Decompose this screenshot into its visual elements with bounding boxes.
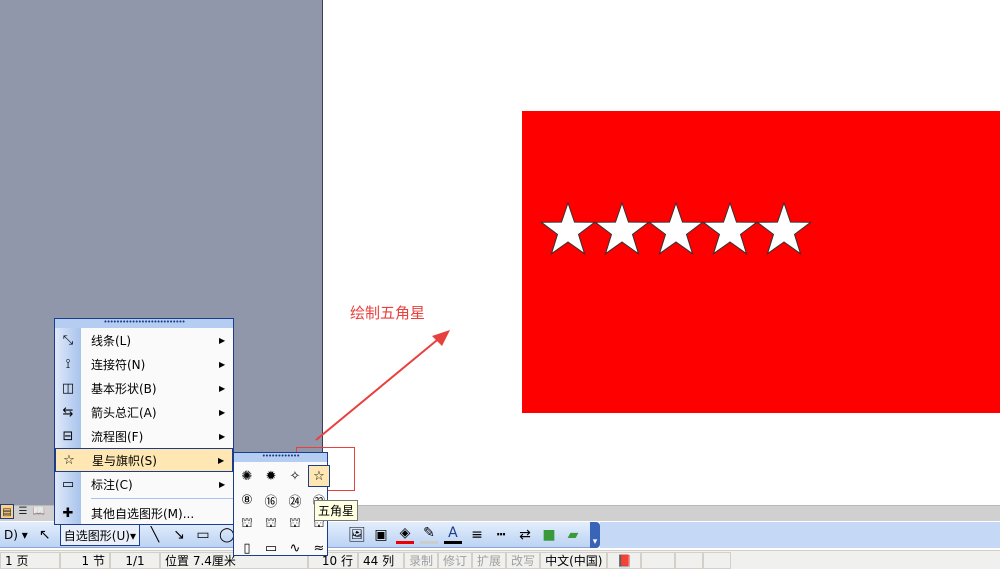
shape-button[interactable]: ✧ xyxy=(284,465,306,487)
basic-shapes-icon: ◫ xyxy=(61,380,75,396)
line-icon: ⤡ xyxy=(62,332,74,348)
shape-button[interactable]: ∿ xyxy=(284,537,306,559)
menu-item-flowchart[interactable]: ⊟ 流程图(F) ▶ xyxy=(55,424,233,448)
toolbar-options-icon[interactable]: ▾ xyxy=(590,521,600,548)
shape-button[interactable]: ㉔ xyxy=(284,489,306,511)
shape-button[interactable]: ✹ xyxy=(260,465,282,487)
star-shape[interactable] xyxy=(755,201,813,255)
red-flag-rectangle[interactable] xyxy=(522,111,1000,413)
shape-button[interactable]: ⛫ xyxy=(284,513,306,535)
dropdown-icon: ▾ xyxy=(129,528,136,543)
line-color-icon[interactable]: ✎ xyxy=(419,525,438,544)
five-point-star-shape-button[interactable]: ☆ xyxy=(308,465,330,487)
tooltip: 五角星 xyxy=(314,500,359,521)
shape-button[interactable]: ⛫ xyxy=(236,513,258,535)
rectangle-tool-icon[interactable]: ▭ xyxy=(194,526,212,544)
star-shape[interactable] xyxy=(539,201,597,255)
shape-button[interactable]: ✺ xyxy=(236,465,258,487)
reading-view-icon[interactable]: 📖 xyxy=(32,504,46,519)
menu-item-label: 线条(L) xyxy=(91,333,132,348)
flowchart-icon: ⊟ xyxy=(62,428,74,444)
menu-drag-handle[interactable]: •••••••••••••••••••••••••• xyxy=(55,319,233,328)
submenu-arrow-icon: ▶ xyxy=(219,479,226,489)
callout-icon: ▭ xyxy=(61,476,75,492)
menu-item-more-shapes[interactable]: ✚ 其他自选图形(M)... xyxy=(55,501,233,525)
block-arrows-icon: ⇆ xyxy=(62,404,74,420)
status-page: 1 页 xyxy=(0,551,60,569)
autoshapes-menu: •••••••••••••••••••••••••• ⤡ 线条(L) ▶ ⟟ 连接符(N… xyxy=(54,318,234,525)
dash-style-icon[interactable]: ┅ xyxy=(492,526,510,544)
menu-item-callout[interactable]: ▭ 标注(C) ▶ xyxy=(55,472,233,496)
draw-label: D) xyxy=(4,527,18,542)
submenu-arrow-icon: ▶ xyxy=(219,359,226,369)
star-shape[interactable] xyxy=(593,201,651,255)
star-shape[interactable] xyxy=(701,201,759,255)
submenu-arrow-icon: ▶ xyxy=(219,383,226,393)
status-track-changes[interactable]: 修订 xyxy=(438,551,473,569)
status-language: 中文(中国) xyxy=(540,551,608,569)
star-shape[interactable] xyxy=(647,201,705,255)
3d-style-icon[interactable]: ▰ xyxy=(564,526,582,544)
font-color-icon[interactable]: A xyxy=(443,525,462,544)
annotation-arrow xyxy=(315,330,450,441)
status-cell xyxy=(641,551,676,569)
connector-icon: ⟟ xyxy=(65,356,71,372)
submenu-drag-handle[interactable]: •••••••••••• xyxy=(234,453,327,462)
autoshapes-button[interactable]: 自选图形(U)▾ xyxy=(59,523,140,546)
menu-item-label: 基本形状(B) xyxy=(91,381,157,396)
menu-item-connector[interactable]: ⟟ 连接符(N) ▶ xyxy=(55,352,233,376)
clipart-icon[interactable]: 🖼 xyxy=(348,526,366,544)
shape-button[interactable]: ▭ xyxy=(260,537,282,559)
menu-item-label: 星与旗帜(S) xyxy=(92,453,157,468)
status-column: 44 列 xyxy=(358,551,404,569)
menu-item-basic-shapes[interactable]: ◫ 基本形状(B) ▶ xyxy=(55,376,233,400)
outline-view-icon[interactable]: ☰ xyxy=(16,504,30,519)
submenu-arrow-icon: ▶ xyxy=(219,431,226,441)
line-tool-icon[interactable]: ╲ xyxy=(146,526,164,544)
submenu-arrow-icon: ▶ xyxy=(219,407,226,417)
menu-item-block-arrows[interactable]: ⇆ 箭头总汇(A) ▶ xyxy=(55,400,233,424)
menu-item-label: 箭头总汇(A) xyxy=(91,405,157,420)
submenu-arrow-icon: ▶ xyxy=(219,335,226,345)
select-pointer-icon[interactable]: ↖ xyxy=(36,526,54,544)
status-section: 1 节 xyxy=(60,551,110,569)
line-style-icon[interactable]: ≡ xyxy=(468,526,486,544)
arrow-tool-icon[interactable]: ↘ xyxy=(170,526,188,544)
menu-item-label: 连接符(N) xyxy=(91,357,146,372)
menu-item-label: 标注(C) xyxy=(91,477,133,492)
shape-button[interactable]: ⑯ xyxy=(260,489,282,511)
shape-button[interactable]: ≈ xyxy=(308,537,330,559)
page-view-icon[interactable]: ▤ xyxy=(0,504,14,519)
shape-button[interactable]: ⛫ xyxy=(260,513,282,535)
toolbar-background xyxy=(600,522,1000,548)
draw-menu-button[interactable]: D) ▾ xyxy=(2,524,30,546)
insert-picture-icon[interactable]: ▣ xyxy=(372,526,390,544)
status-cell xyxy=(703,551,732,569)
menu-item-label: 其他自选图形(M)... xyxy=(91,506,195,521)
shape-button[interactable]: ⑧ xyxy=(236,489,258,511)
submenu-arrow-icon: ▶ xyxy=(218,455,225,465)
view-buttons: ▤ ☰ 📖 xyxy=(0,504,46,521)
shadow-style-icon[interactable]: ■ xyxy=(540,526,558,544)
autoshapes-label: 自选图形(U) xyxy=(63,528,130,543)
dropdown-icon: ▾ xyxy=(21,527,28,542)
more-shapes-icon: ✚ xyxy=(62,505,74,521)
menu-item-stars-banners[interactable]: ☆ 星与旗帜(S) ▶ xyxy=(55,448,233,472)
stars-banners-icon: ☆ xyxy=(63,452,75,468)
status-extend[interactable]: 扩展 xyxy=(472,551,507,569)
menu-item-label: 流程图(F) xyxy=(91,429,144,444)
menu-item-line[interactable]: ⤡ 线条(L) ▶ xyxy=(55,328,233,352)
status-overtype[interactable]: 改写 xyxy=(506,551,541,569)
status-record[interactable]: 录制 xyxy=(404,551,439,569)
shape-button[interactable]: ▯ xyxy=(236,537,258,559)
fill-color-icon[interactable]: ◈ xyxy=(395,525,414,544)
status-cell xyxy=(675,551,704,569)
menu-separator xyxy=(91,498,233,499)
spelling-check-icon[interactable]: 📕 xyxy=(607,551,642,569)
status-pages: 1/1 xyxy=(110,551,160,569)
arrow-style-icon[interactable]: ⇄ xyxy=(516,526,534,544)
status-bar: 1 页 1 节 1/1 位置 7.4厘米 10 行 44 列 录制 修订 扩展 … xyxy=(0,550,1000,569)
stars-group[interactable] xyxy=(538,200,818,260)
